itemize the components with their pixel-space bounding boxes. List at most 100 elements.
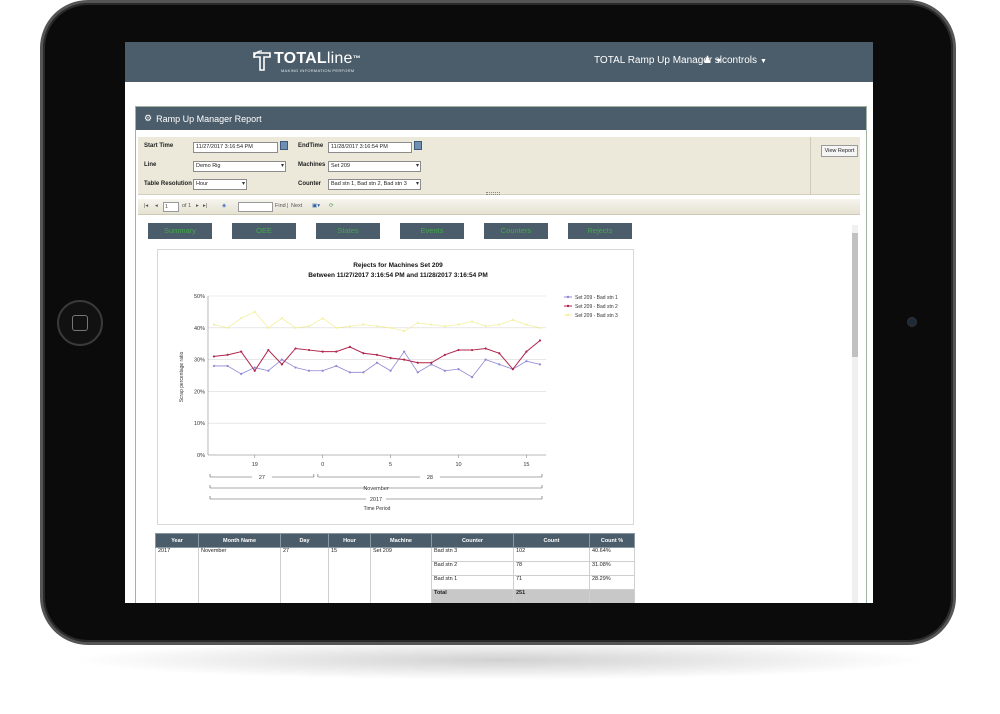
data-point — [403, 350, 406, 353]
back-to-parent-icon[interactable]: ◈ — [222, 203, 226, 209]
data-point — [484, 347, 487, 350]
calendar-icon[interactable] — [414, 141, 422, 150]
data-point — [226, 364, 229, 368]
data-point — [375, 361, 379, 364]
scrollbar-thumb[interactable] — [852, 233, 858, 357]
find-link[interactable]: Find — [275, 203, 286, 209]
report-parameters: Start Time 11/27/2017 3:16:54 PM EndTime… — [138, 137, 860, 195]
panel-title: Ramp Up Manager Report — [156, 113, 262, 124]
last-page-icon[interactable]: ▸| — [203, 203, 207, 209]
gear-icon: ⚙ — [144, 113, 153, 123]
tab-rejects[interactable]: Rejects — [568, 223, 632, 239]
data-point — [375, 353, 379, 356]
tab-counters[interactable]: Counters — [484, 223, 548, 239]
y-tick-label: 30% — [194, 358, 205, 364]
y-tick-label: 0% — [197, 453, 205, 459]
start-time-input[interactable]: 11/27/2017 3:16:54 PM — [193, 142, 278, 153]
cell-hour: 15 — [328, 547, 371, 603]
line-select[interactable]: Demo Rig — [193, 161, 286, 172]
day-group-label: 27 — [259, 475, 265, 481]
chart-title: Rejects for Machines Set 209 — [353, 262, 443, 269]
data-point — [321, 369, 324, 372]
data-point — [253, 369, 256, 372]
machines-select[interactable]: Set 209 — [328, 161, 421, 172]
nav-user-menu[interactable]: ♟ slcontrols ▼ — [703, 55, 767, 66]
y-tick-label: 10% — [194, 421, 205, 427]
top-navbar: TOTALline™ MAKING INFORMATION PERFORM TO… — [125, 42, 873, 82]
data-point — [307, 348, 311, 352]
tab-oee[interactable]: OEE — [232, 223, 296, 239]
cell-total-pct — [589, 589, 635, 603]
first-page-icon[interactable]: |◂ — [144, 203, 148, 209]
col-header-day[interactable]: Day — [280, 533, 329, 548]
data-point — [348, 345, 351, 348]
calendar-icon[interactable] — [280, 141, 288, 150]
refresh-icon[interactable]: ⟳ — [329, 203, 334, 209]
tab-events[interactable]: Events — [400, 223, 464, 239]
data-point — [307, 369, 311, 372]
tab-states[interactable]: States — [316, 223, 380, 239]
col-header-counter[interactable]: Counter — [431, 533, 514, 548]
data-point — [348, 325, 351, 328]
col-header-count[interactable]: Count — [513, 533, 590, 548]
col-header-year[interactable]: Year — [155, 533, 199, 548]
data-point — [538, 326, 542, 329]
data-point — [538, 339, 542, 342]
device-shadow — [70, 640, 930, 680]
next-page-icon[interactable]: ▸ — [196, 203, 199, 209]
legend-marker — [566, 304, 570, 308]
cell-count: 78 — [513, 561, 590, 576]
y-axis-label: Scrap percentage ratio — [179, 351, 185, 402]
data-point — [294, 347, 297, 350]
tab-summary[interactable]: Summary — [148, 223, 212, 239]
cell-counter: Bad stn 1 — [431, 575, 514, 590]
screen: TOTALline™ MAKING INFORMATION PERFORM TO… — [125, 42, 873, 603]
collapse-grip[interactable] — [486, 192, 500, 195]
data-point — [416, 321, 419, 325]
export-icon[interactable]: ▣▾ — [312, 203, 320, 209]
cell-count: 102 — [513, 547, 590, 562]
col-header-hour[interactable]: Hour — [328, 533, 371, 548]
cell-counter: Bad stn 3 — [431, 547, 514, 562]
cell-day: 27 — [280, 547, 329, 603]
caret-down-icon: ▼ — [760, 58, 767, 65]
col-header-machine[interactable]: Machine — [370, 533, 432, 548]
page-number-input[interactable]: 1 — [163, 202, 179, 212]
logo-bold: TOTAL — [274, 50, 327, 67]
report-panel: ⚙ Ramp Up Manager Report Start Time 11/2… — [135, 106, 867, 603]
front-camera — [907, 317, 917, 327]
counter-label: Counter — [298, 181, 321, 187]
x-tick-label: 19 — [252, 462, 258, 468]
legend-label: Set 209 - Bad stn 2 — [575, 304, 618, 310]
data-point — [430, 323, 433, 326]
cell-count-pct: 28.29% — [589, 575, 635, 590]
machines-label: Machines — [298, 162, 326, 168]
panel-header: ⚙ Ramp Up Manager Report — [136, 107, 866, 130]
logo[interactable]: TOTALline™ MAKING INFORMATION PERFORM — [253, 50, 361, 76]
data-point — [321, 350, 324, 353]
legend-marker — [566, 295, 570, 299]
next-link[interactable]: Next — [291, 203, 302, 209]
chart-legend: Set 209 - Bad stn 1 Set 209 - Bad stn 2 Se… — [564, 295, 618, 319]
find-input[interactable] — [238, 202, 273, 212]
legend-marker — [566, 313, 570, 317]
previous-page-icon[interactable]: ◂ — [155, 203, 158, 209]
data-point — [280, 358, 284, 361]
col-header-count-pct[interactable]: Count % — [589, 533, 635, 548]
counter-select[interactable]: Bad stn 1, Bad stn 2, Bad stn 3 — [328, 179, 421, 190]
logo-trademark: ™ — [352, 54, 361, 63]
logo-tagline: MAKING INFORMATION PERFORM — [281, 68, 355, 73]
data-point — [457, 323, 460, 326]
end-time-input[interactable]: 11/28/2017 3:16:54 PM — [328, 142, 412, 153]
day-group-label: 28 — [427, 475, 433, 481]
data-point — [525, 323, 528, 326]
data-point — [267, 369, 270, 372]
col-header-month[interactable]: Month Name — [198, 533, 281, 548]
table-resolution-select[interactable]: Hour — [193, 179, 247, 190]
data-point — [430, 361, 433, 364]
table-row: 2017 November 27 15 Set 209 Bad stn 3 10… — [155, 547, 635, 603]
data-point — [484, 358, 487, 361]
view-report-button[interactable]: View Report — [821, 145, 858, 157]
data-point — [335, 326, 338, 329]
cell-year: 2017 — [155, 547, 199, 603]
